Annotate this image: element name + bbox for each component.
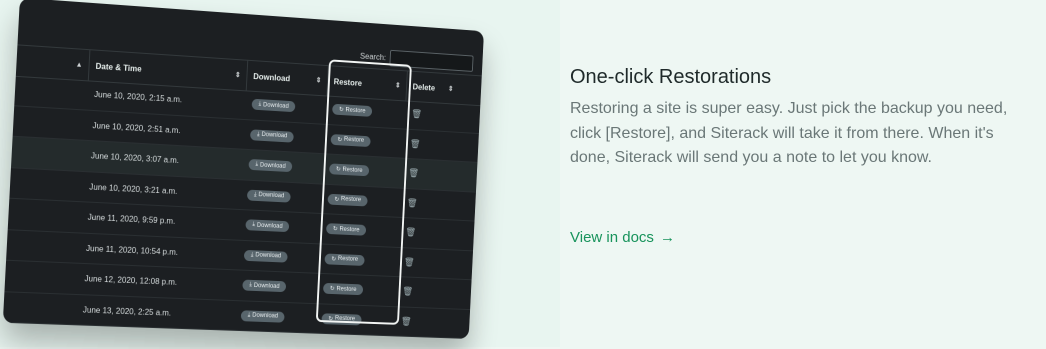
- trash-icon[interactable]: 🗑: [411, 109, 422, 120]
- download-button[interactable]: ⤓ Download: [242, 279, 287, 293]
- view-in-docs-label: View in docs: [570, 229, 654, 246]
- search-input[interactable]: [389, 49, 474, 72]
- download-button[interactable]: ⤓ Download: [248, 159, 293, 173]
- trash-icon[interactable]: 🗑: [405, 227, 416, 238]
- restore-icon: ↻: [337, 137, 343, 144]
- sort-icon: ⇕: [394, 82, 401, 90]
- download-icon: ⤓: [250, 251, 254, 258]
- trash-icon[interactable]: 🗑: [401, 316, 412, 327]
- sort-icon: ⇕: [234, 71, 241, 80]
- feature-copy: One-click Restorations Restoring a site …: [570, 66, 1046, 171]
- restore-icon: ↻: [328, 316, 334, 323]
- download-icon: ⤓: [256, 131, 260, 138]
- backups-table-panel: Search: ▲ Date & Time ⇕ Download ⇕ Resto…: [2, 0, 484, 339]
- trash-icon[interactable]: 🗑: [408, 168, 419, 179]
- column-header-delete[interactable]: Delete ⇕: [406, 71, 459, 103]
- restore-button[interactable]: ↻ Restore: [321, 313, 362, 326]
- arrow-right-icon: →: [659, 229, 675, 246]
- download-icon: ⤓: [255, 161, 259, 168]
- download-button[interactable]: ⤓ Download: [240, 309, 286, 323]
- restore-icon: ↻: [332, 226, 338, 233]
- download-icon: ⤓: [247, 312, 251, 319]
- sort-icon: ⇕: [315, 77, 322, 85]
- screenshot-stage: Search: ▲ Date & Time ⇕ Download ⇕ Resto…: [0, 0, 560, 347]
- download-button[interactable]: ⤓ Download: [246, 189, 292, 203]
- trash-icon[interactable]: 🗑: [402, 286, 413, 297]
- feature-description: Restoring a site is super easy. Just pic…: [570, 100, 1008, 166]
- view-in-docs-link[interactable]: View in docs →: [570, 229, 675, 246]
- download-icon: ⤓: [249, 282, 253, 289]
- restore-button[interactable]: ↻ Restore: [327, 193, 368, 207]
- table-screenshot: Search: ▲ Date & Time ⇕ Download ⇕ Resto…: [2, 0, 493, 349]
- download-button[interactable]: ⤓ Download: [245, 219, 290, 233]
- download-icon: ⤓: [258, 101, 262, 108]
- row-datetime: June 13, 2020, 2:25 a.m.: [82, 305, 172, 318]
- restore-icon: ↻: [335, 166, 341, 174]
- table-body: June 10, 2020, 2:15 a.m. ⤓ Download ↻ Rest…: [2, 74, 481, 339]
- download-button[interactable]: ⤓ Download: [251, 98, 296, 113]
- restore-icon: ↻: [329, 286, 335, 293]
- restore-button[interactable]: ↻ Restore: [322, 283, 364, 296]
- sort-asc-icon: ▲: [75, 60, 83, 69]
- trash-icon[interactable]: 🗑: [410, 138, 421, 149]
- restore-button[interactable]: ↻ Restore: [332, 103, 373, 118]
- download-button[interactable]: ⤓ Download: [249, 129, 295, 143]
- feature-title: One-click Restorations: [570, 66, 772, 88]
- trash-icon[interactable]: 🗑: [407, 198, 418, 209]
- download-icon: ⤓: [253, 191, 257, 198]
- restore-button[interactable]: ↻ Restore: [324, 253, 365, 266]
- restore-button[interactable]: ↻ Restore: [325, 223, 367, 236]
- restore-button[interactable]: ↻ Restore: [329, 163, 370, 177]
- trash-icon[interactable]: 🗑: [404, 257, 415, 268]
- sort-icon: ⇕: [447, 85, 454, 93]
- restore-button[interactable]: ↻ Restore: [330, 133, 371, 147]
- restore-icon: ↻: [331, 256, 337, 263]
- download-button[interactable]: ⤓ Download: [243, 249, 289, 263]
- search-label: Search:: [359, 51, 387, 63]
- restore-icon: ↻: [338, 107, 344, 114]
- restore-icon: ↻: [334, 196, 340, 203]
- row-datetime: June 12, 2020, 12:08 p.m.: [84, 274, 178, 288]
- download-icon: ⤓: [252, 221, 256, 228]
